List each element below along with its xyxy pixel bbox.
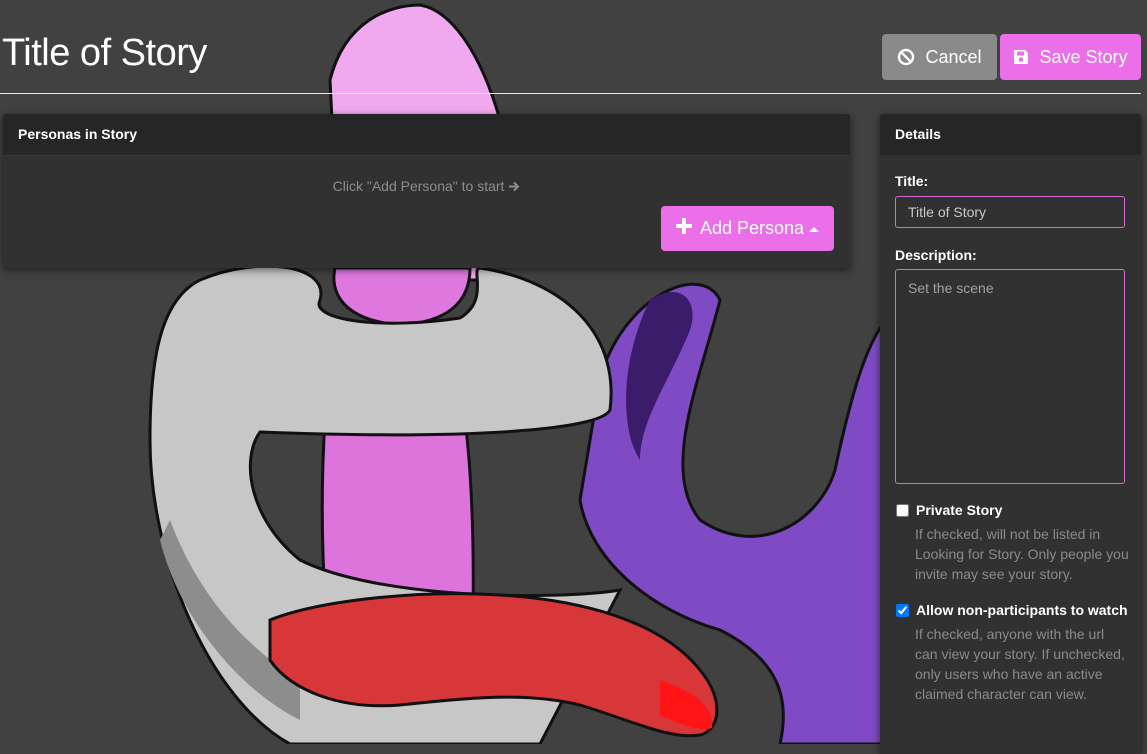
save-button-label: Save Story (1039, 46, 1128, 67)
description-label: Description: (895, 247, 977, 263)
cancel-button[interactable]: Cancel (882, 34, 997, 80)
cancel-button-label: Cancel (925, 46, 982, 67)
personas-panel: Personas in Story Click "Add Persona" to… (3, 114, 850, 268)
private-story-checkbox[interactable] (896, 503, 909, 517)
ban-icon (897, 48, 915, 66)
allow-watch-help: If checked, anyone with the url can view… (915, 626, 1125, 702)
floppy-disk-icon (1013, 49, 1029, 65)
add-persona-button[interactable]: Add Persona (661, 206, 834, 251)
empty-hint-text: Click "Add Persona" to start (332, 178, 505, 194)
save-story-button[interactable]: Save Story (1000, 34, 1141, 80)
allow-watch-checkbox[interactable] (896, 603, 909, 617)
details-panel: Details Title: Description: Private Stor… (880, 114, 1141, 754)
description-textarea[interactable] (895, 269, 1125, 484)
header-divider (0, 93, 1141, 94)
title-input[interactable] (895, 196, 1125, 228)
arrow-right-icon (508, 178, 520, 194)
caret-up-icon (809, 227, 820, 232)
private-story-help: If checked, will not be listed in Lookin… (915, 526, 1129, 582)
details-panel-heading: Details (880, 114, 1141, 155)
personas-panel-heading: Personas in Story (3, 114, 850, 156)
private-story-label: Private Story (916, 502, 1003, 518)
allow-watch-label: Allow non-participants to watch (916, 602, 1128, 618)
plus-icon (675, 218, 692, 239)
private-story-option[interactable]: Private Story (896, 502, 1002, 518)
page-title: Title of Story (2, 32, 207, 74)
allow-watch-option[interactable]: Allow non-participants to watch (896, 602, 1128, 618)
title-label: Title: (895, 173, 929, 189)
empty-personas-hint: Click "Add Persona" to start (3, 178, 850, 194)
add-persona-label: Add Persona (699, 218, 805, 238)
